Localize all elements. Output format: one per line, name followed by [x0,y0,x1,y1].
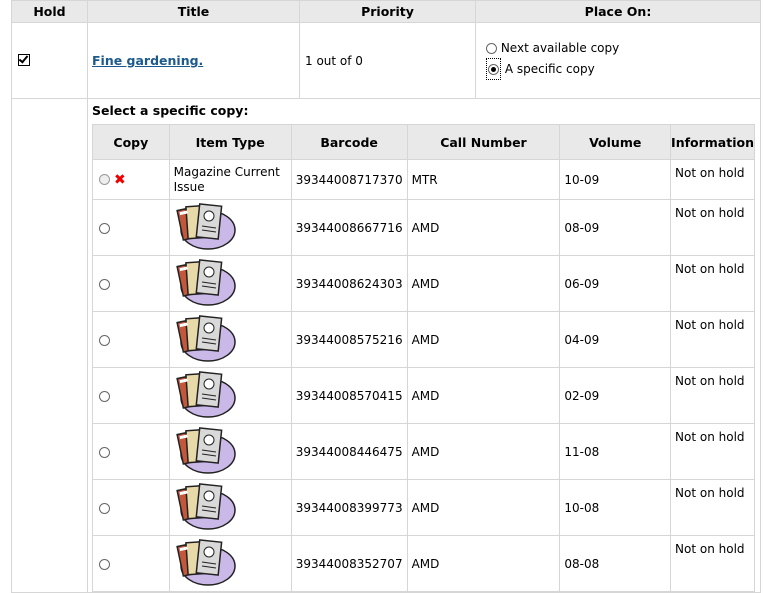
call-number-cell: AMD [406,311,561,368]
magazine-icon [174,538,236,589]
copy-select-cell [92,199,170,256]
volume-cell: 08-09 [559,199,672,256]
title-cell: Fine gardening. [87,22,300,99]
next-available-radio[interactable] [486,43,497,54]
call-number-cell: MTR [406,159,561,200]
copy-row: 39344008352707 AMD 08-08 Not on hold [92,535,755,592]
specific-copy-section: Select a specific copy: Copy Item Type B… [87,98,761,593]
item-type-cell [168,199,292,256]
copy-row: 39344008575216 AMD 04-09 Not on hold [92,311,755,368]
item-type-cell [168,479,292,536]
copy-radio[interactable] [99,278,110,290]
call-number-cell: AMD [406,199,561,256]
magazine-icon [174,202,236,253]
information-cell: Not on hold [670,159,755,200]
information-cell: Not on hold [670,311,755,368]
volume-column-header: Volume [559,124,672,160]
information-cell: Not on hold [670,535,755,592]
specific-copy-option[interactable]: A specific copy [486,58,759,80]
copy-radio[interactable] [99,390,110,402]
copy-select-cell: ✖ [92,159,170,200]
hold-column-header: Hold [11,0,88,23]
copy-row: 39344008446475 AMD 11-08 Not on hold [92,423,755,480]
spacer-cell [11,98,88,593]
priority-column-header: Priority [299,0,476,23]
barcode-cell: 39344008575216 [290,311,408,368]
magazine-icon [174,314,236,365]
copy-select-cell [92,535,170,592]
title-link[interactable]: Fine gardening. [92,53,203,68]
call-number-cell: AMD [406,479,561,536]
call-number-column-header: Call Number [406,124,561,160]
copy-row: 39344008399773 AMD 10-08 Not on hold [92,479,755,536]
information-cell: Not on hold [670,479,755,536]
item-type-column-header: Item Type [168,124,292,160]
copy-row: 39344008624303 AMD 06-09 Not on hold [92,255,755,312]
barcode-cell: 39344008352707 [290,535,408,592]
call-number-cell: AMD [406,535,561,592]
information-cell: Not on hold [670,199,755,256]
hold-checkbox[interactable] [18,54,30,66]
magazine-icon [174,258,236,309]
volume-cell: 10-09 [559,159,672,200]
copy-select-cell [92,367,170,424]
copy-select-cell [92,479,170,536]
barcode-cell: 39344008717370 [290,159,408,200]
item-type-cell [168,423,292,480]
volume-cell: 06-09 [559,255,672,312]
title-column-header: Title [87,0,300,23]
barcode-column-header: Barcode [290,124,408,160]
specific-copy-label: A specific copy [504,62,595,76]
copy-row: 39344008570415 AMD 02-09 Not on hold [92,367,755,424]
copy-radio[interactable] [99,502,110,514]
item-type-cell [168,311,292,368]
information-cell: Not on hold [670,423,755,480]
barcode-cell: 39344008667716 [290,199,408,256]
magazine-icon [174,482,236,533]
copy-radio[interactable] [99,334,110,346]
call-number-cell: AMD [406,423,561,480]
copy-row: ✖ Magazine Current Issue 39344008717370 MT… [92,159,755,200]
next-available-option[interactable]: Next available copy [486,38,759,58]
place-on-column-header: Place On: [475,0,761,23]
information-column-header: Information [670,124,755,160]
barcode-cell: 39344008624303 [290,255,408,312]
information-cell: Not on hold [670,367,755,424]
information-cell: Not on hold [670,255,755,312]
call-number-cell: AMD [406,367,561,424]
copy-table: Copy Item Type Barcode Call Number Volum… [92,124,755,592]
specific-copy-radio[interactable] [488,64,499,75]
call-number-cell: AMD [406,255,561,312]
copy-radio[interactable] [99,222,110,234]
item-type-cell [168,367,292,424]
hold-request-table: Hold Title Priority Place On: Fine garde… [11,0,761,593]
copy-row: 39344008667716 AMD 08-09 Not on hold [92,199,755,256]
place-on-cell: Next available copy A specific copy [475,22,761,99]
volume-cell: 02-09 [559,367,672,424]
hold-cell [11,22,88,99]
select-copy-heading: Select a specific copy: [92,103,249,118]
magazine-icon [174,370,236,421]
priority-cell: 1 out of 0 [299,22,476,99]
copy-column-header: Copy [92,124,170,160]
item-type-cell [168,535,292,592]
volume-cell: 08-08 [559,535,672,592]
copy-select-cell [92,311,170,368]
barcode-cell: 39344008570415 [290,367,408,424]
item-type-cell [168,255,292,312]
item-type-cell: Magazine Current Issue [168,159,292,200]
magazine-icon [174,426,236,477]
next-available-label: Next available copy [500,41,620,55]
volume-cell: 10-08 [559,479,672,536]
volume-cell: 04-09 [559,311,672,368]
copy-radio[interactable] [99,558,110,570]
copy-radio[interactable] [99,446,110,458]
copy-radio [99,174,110,185]
volume-cell: 11-08 [559,423,672,480]
barcode-cell: 39344008399773 [290,479,408,536]
unavailable-x-icon: ✖ [114,171,126,188]
barcode-cell: 39344008446475 [290,423,408,480]
copy-select-cell [92,255,170,312]
copy-select-cell [92,423,170,480]
